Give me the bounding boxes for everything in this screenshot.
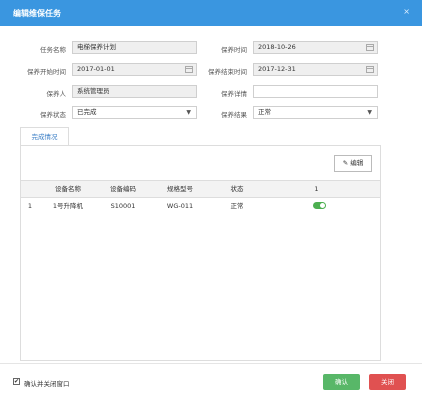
header-status[interactable]: 状态	[211, 181, 263, 197]
table-row[interactable]: 1 1号升降机 S10001 WG-011 正常	[21, 198, 380, 214]
chevron-down-icon: ▼	[186, 109, 191, 116]
row-index: 1	[27, 202, 33, 210]
confirm-close-checkbox[interactable]: ✔	[13, 378, 20, 385]
end-time-label: 保养结束时间	[208, 68, 247, 76]
row-code: S10001	[110, 202, 136, 210]
end-time-field[interactable]: 2017-12-31	[253, 63, 378, 76]
header-index	[21, 181, 39, 197]
calendar-icon[interactable]	[185, 66, 193, 73]
status-label: 保养状态	[40, 111, 66, 119]
header-model[interactable]: 规格型号	[149, 181, 211, 197]
start-time-value: 2017-01-01	[77, 65, 115, 73]
header-name[interactable]: 设备名称	[39, 181, 97, 197]
maintain-time-label: 保养时间	[221, 46, 247, 54]
end-time-value: 2017-12-31	[258, 65, 296, 73]
edit-icon: ✎	[342, 159, 349, 167]
row-status: 正常	[230, 202, 244, 210]
maintain-time-field[interactable]: 2018-10-26	[253, 41, 378, 54]
header-col-1[interactable]: 1	[263, 181, 370, 197]
maintainer-field[interactable]: 系统管理员	[72, 85, 197, 98]
detail-label: 保养详情	[221, 90, 247, 98]
status-select-value: 已完成	[77, 108, 97, 116]
result-label: 保养结果	[221, 111, 247, 119]
status-select[interactable]: 已完成 ▼	[72, 106, 197, 119]
confirm-close-label[interactable]: 确认并关闭窗口	[24, 378, 70, 388]
task-name-field[interactable]: 电梯保养计划	[72, 41, 197, 54]
header-code[interactable]: 设备编码	[97, 181, 149, 197]
edit-button[interactable]: ✎ 编辑	[334, 155, 372, 172]
result-select[interactable]: 正常 ▼	[253, 106, 378, 119]
tab-completion[interactable]: 完成情况	[20, 127, 69, 145]
start-time-label: 保养开始时间	[27, 68, 66, 76]
confirm-button[interactable]: 确认	[323, 374, 360, 390]
maintain-time-value: 2018-10-26	[258, 43, 296, 51]
table-header-row: 设备名称 设备编码 规格型号 状态 1	[21, 180, 380, 198]
chevron-down-icon: ▼	[367, 109, 372, 116]
detail-field[interactable]	[253, 85, 378, 98]
close-button[interactable]: 关闭	[369, 374, 406, 390]
dialog-footer: ✔ 确认并关闭窗口 确认 关闭	[0, 363, 422, 402]
result-select-value: 正常	[258, 108, 271, 116]
calendar-icon[interactable]	[366, 44, 374, 51]
maintainer-label: 保养人	[46, 90, 67, 98]
edit-button-label: 编辑	[350, 159, 364, 167]
completion-panel: ✎ 编辑 设备名称 设备编码 规格型号 状态 1 1 1号升降机 S10001 …	[20, 145, 381, 361]
edit-maintenance-dialog: 编辑维保任务 × 任务名称 电梯保养计划 保养时间 2018-10-26 保养开…	[0, 0, 422, 401]
row-model: WG-011	[166, 202, 194, 210]
start-time-field[interactable]: 2017-01-01	[72, 63, 197, 76]
row-name: 1号升降机	[52, 202, 84, 210]
dialog-title: 编辑维保任务	[13, 9, 61, 18]
row-toggle[interactable]	[313, 202, 326, 209]
task-name-label: 任务名称	[40, 46, 66, 54]
close-icon[interactable]: ×	[403, 7, 410, 16]
dialog-titlebar: 编辑维保任务 ×	[0, 0, 422, 26]
calendar-icon[interactable]	[366, 66, 374, 73]
equipment-table: 设备名称 设备编码 规格型号 状态 1 1 1号升降机 S10001 WG-01…	[21, 180, 380, 214]
